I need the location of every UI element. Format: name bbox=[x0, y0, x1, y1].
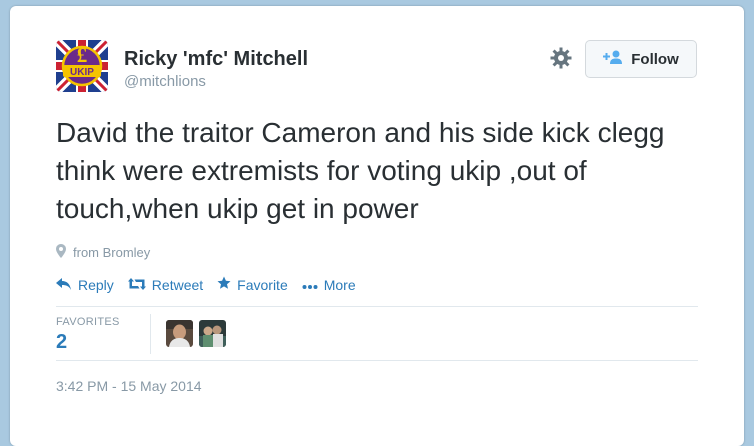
favorites-label: FAVORITES bbox=[56, 316, 120, 328]
favorite-label: Favorite bbox=[237, 276, 288, 293]
stats-separator bbox=[150, 314, 151, 354]
more-label: More bbox=[323, 276, 356, 293]
favorites-count[interactable]: 2 bbox=[56, 331, 67, 354]
divider bbox=[56, 306, 698, 307]
favoriter-avatar[interactable] bbox=[166, 320, 193, 347]
author-name[interactable]: Ricky 'mfc' Mitchell bbox=[124, 48, 308, 71]
location-label: from Bromley bbox=[73, 245, 151, 260]
reply-button[interactable]: Reply bbox=[56, 277, 114, 293]
author-handle[interactable]: @mitchlions bbox=[124, 73, 206, 90]
more-button[interactable]: More bbox=[302, 277, 356, 293]
svg-text:£: £ bbox=[77, 43, 88, 67]
tweet-timestamp[interactable]: 3:42 PM - 15 May 2014 bbox=[56, 378, 202, 394]
favorite-button[interactable]: Favorite bbox=[217, 276, 288, 293]
reply-icon bbox=[56, 277, 72, 293]
divider bbox=[56, 360, 698, 361]
ellipsis-icon bbox=[302, 277, 318, 293]
favoriter-avatar[interactable] bbox=[199, 320, 226, 347]
location-pin-icon bbox=[56, 244, 66, 261]
retweet-button[interactable]: Retweet bbox=[127, 276, 204, 293]
avatar-logo-text: UKIP bbox=[70, 67, 94, 78]
tweet-card: £ UKIP Ricky 'mfc' Mitchell @mitchlions bbox=[10, 6, 744, 446]
follow-button[interactable]: Follow bbox=[585, 40, 697, 78]
retweet-icon bbox=[127, 277, 146, 293]
author-avatar[interactable]: £ UKIP bbox=[56, 40, 108, 92]
reply-label: Reply bbox=[78, 276, 114, 293]
follow-label: Follow bbox=[631, 50, 679, 68]
add-user-icon bbox=[603, 50, 623, 68]
star-icon bbox=[217, 276, 231, 293]
tweet-text: David the traitor Cameron and his side k… bbox=[56, 117, 665, 224]
tweet-location[interactable]: from Bromley bbox=[56, 244, 150, 261]
retweet-label: Retweet bbox=[151, 276, 204, 293]
gear-icon[interactable] bbox=[549, 46, 573, 70]
tweet-actions: Reply Retweet Favorite More bbox=[56, 276, 356, 293]
